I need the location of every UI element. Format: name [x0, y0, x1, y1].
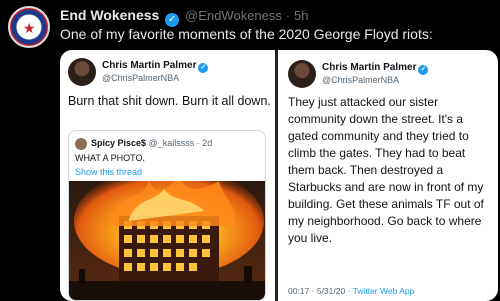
- star-icon: ★: [23, 20, 36, 36]
- quoted-text: WHAT A PHOTO.: [75, 153, 146, 163]
- quoted-tweet: Spicy Pisce$ @_kailssss · 2d WHAT A PHOT…: [68, 130, 266, 301]
- author-avatar[interactable]: ★: [8, 6, 50, 48]
- left-screenshot[interactable]: Chris Martin Palmer ✓ @ChrisPalmerNBA Bur…: [60, 50, 275, 301]
- author-handle[interactable]: @EndWokeness: [185, 8, 282, 23]
- palmer-name: Chris Martin Palmer ✓: [322, 62, 429, 75]
- tweet-header: End Wokeness ✓ @EndWokeness · 5h: [60, 7, 309, 27]
- tweet-time[interactable]: 5h: [294, 8, 308, 23]
- palmer-avatar: [288, 60, 316, 88]
- left-tweet-body: Burn that shit down. Burn it all down.: [68, 94, 271, 108]
- verified-badge-icon: ✓: [418, 65, 429, 75]
- palmer-name: Chris Martin Palmer ✓: [102, 60, 209, 73]
- burning-building-photo: [69, 181, 265, 300]
- quoted-author: Spicy Pisce$ @_kailssss · 2d: [91, 138, 213, 148]
- palmer-handle: @ChrisPalmerNBA: [322, 75, 400, 85]
- quoted-handle: @_kailssss · 2d: [148, 138, 213, 148]
- right-tweet-body: They just attacked our sister community …: [288, 95, 484, 245]
- show-thread-link: Show this thread: [75, 167, 143, 177]
- right-screenshot[interactable]: Chris Martin Palmer ✓ @ChrisPalmerNBA The…: [278, 50, 498, 301]
- author-name[interactable]: End Wokeness: [60, 7, 159, 23]
- tweet-meta: 00:17 · 5/31/20 · Twitter Web App: [288, 286, 414, 296]
- tweet-media[interactable]: Chris Martin Palmer ✓ @ChrisPalmerNBA Bur…: [60, 50, 498, 301]
- tweet-timestamp: 00:17 · 5/31/20 ·: [288, 286, 353, 296]
- quoted-avatar: [75, 138, 87, 150]
- palmer-avatar: [68, 58, 96, 86]
- verified-badge-icon: ✓: [165, 13, 180, 27]
- tweet-text: One of my favorite moments of the 2020 G…: [60, 26, 433, 42]
- tweet-source: Twitter Web App: [352, 286, 415, 296]
- verified-badge-icon: ✓: [198, 63, 209, 73]
- palmer-handle: @ChrisPalmerNBA: [102, 73, 180, 83]
- separator: ·: [285, 8, 291, 23]
